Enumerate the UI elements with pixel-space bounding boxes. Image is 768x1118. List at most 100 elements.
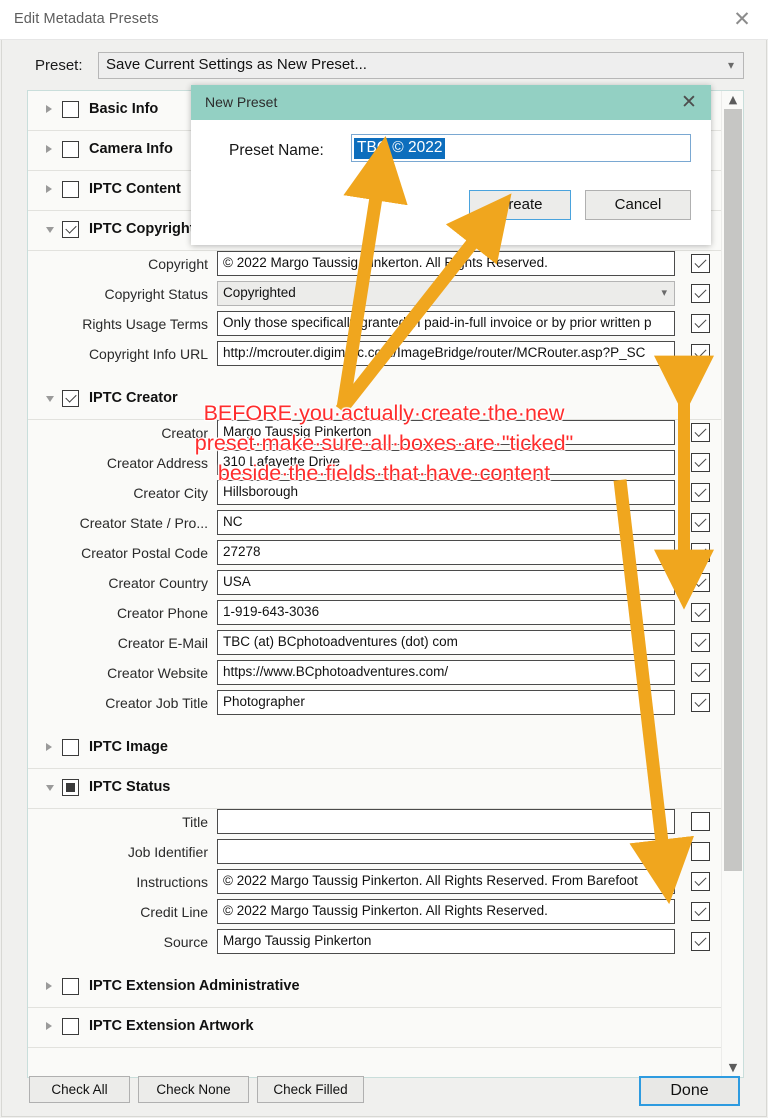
field-group-iptc-copyright: Copyright © 2022 Margo Taussig Pinkerton.… — [28, 251, 723, 380]
field-input[interactable]: https://www.BCphotoadventures.com/ — [217, 660, 675, 685]
field-label: Creator Phone — [116, 605, 208, 621]
field-checkbox[interactable] — [691, 693, 710, 712]
field-input[interactable]: © 2022 Margo Taussig Pinkerton. All Righ… — [217, 251, 675, 276]
field-checkbox[interactable] — [691, 902, 710, 921]
field-row: Copyright © 2022 Margo Taussig Pinkerton.… — [28, 251, 723, 281]
chevron-right-icon[interactable] — [46, 1022, 52, 1030]
page-title: Edit Metadata Presets — [14, 11, 159, 27]
field-input[interactable]: 1-919-643-3036 — [217, 600, 675, 625]
field-checkbox[interactable] — [691, 344, 710, 363]
section-checkbox-iptc-content[interactable] — [62, 181, 79, 198]
section-header-iptc-ext-artwork[interactable]: IPTC Extension Artwork — [28, 1008, 723, 1048]
field-checkbox[interactable] — [691, 812, 710, 831]
section-checkbox-iptc-creator[interactable] — [62, 390, 79, 407]
section-checkbox-camera-info[interactable] — [62, 141, 79, 158]
section-checkbox-iptc-ext-admin[interactable] — [62, 978, 79, 995]
field-label: Copyright — [148, 256, 208, 272]
field-value: Photographer — [223, 694, 305, 709]
field-input[interactable]: © 2022 Margo Taussig Pinkerton. All Righ… — [217, 869, 675, 894]
field-input[interactable]: http://mcrouter.digimarc.com/ImageBridge… — [217, 341, 675, 366]
scroll-down-icon[interactable]: ▼ — [722, 1059, 744, 1077]
field-input[interactable]: © 2022 Margo Taussig Pinkerton. All Righ… — [217, 899, 675, 924]
field-checkbox[interactable] — [691, 663, 710, 682]
field-label: Creator State / Pro... — [79, 515, 208, 531]
chevron-right-icon[interactable] — [46, 105, 52, 113]
section-checkbox-iptc-ext-artwork[interactable] — [62, 1018, 79, 1035]
field-input[interactable]: Hillsborough — [217, 480, 675, 505]
check-filled-button[interactable]: Check Filled — [257, 1076, 364, 1103]
close-icon[interactable]: ✕ — [730, 8, 754, 32]
field-row: Creator Address 310 Lafayette Drive — [28, 450, 723, 480]
field-value: Hillsborough — [223, 484, 299, 499]
field-label: Creator E-Mail — [117, 635, 208, 651]
scroll-up-icon[interactable]: ▲ — [722, 91, 744, 109]
preset-name-input[interactable]: TBC © 2022 — [351, 134, 691, 162]
section-iptc-ext-artwork: IPTC Extension Artwork — [28, 1008, 723, 1048]
check-none-button[interactable]: Check None — [138, 1076, 249, 1103]
section-header-iptc-status[interactable]: IPTC Status — [28, 769, 723, 809]
chevron-down-icon[interactable] — [46, 227, 54, 233]
field-input[interactable]: Margo Taussig Pinkerton — [217, 929, 675, 954]
field-value: Margo Taussig Pinkerton — [223, 424, 372, 439]
field-checkbox[interactable] — [691, 284, 710, 303]
field-label: Copyright Status — [104, 286, 209, 302]
scrollbar-thumb[interactable] — [724, 109, 742, 871]
field-checkbox[interactable] — [691, 932, 710, 951]
new-preset-titlebar: New Preset ✕ — [191, 85, 711, 120]
field-input[interactable]: TBC (at) BCphotoadventures (dot) com — [217, 630, 675, 655]
section-iptc-creator: IPTC Creator Creator Margo Taussig Pinkert… — [28, 380, 723, 729]
chevron-right-icon[interactable] — [46, 145, 52, 153]
check-all-button[interactable]: Check All — [29, 1076, 130, 1103]
field-checkbox[interactable] — [691, 513, 710, 532]
field-checkbox[interactable] — [691, 453, 710, 472]
section-header-iptc-ext-admin[interactable]: IPTC Extension Administrative — [28, 968, 723, 1008]
field-checkbox[interactable] — [691, 543, 710, 562]
chevron-down-icon[interactable] — [46, 785, 54, 791]
field-input[interactable]: Margo Taussig Pinkerton — [217, 420, 675, 445]
chevron-right-icon[interactable] — [46, 743, 52, 751]
field-row: Title — [28, 809, 723, 839]
preset-dropdown[interactable]: Save Current Settings as New Preset... ▾ — [98, 52, 744, 79]
section-checkbox-iptc-status[interactable] — [62, 779, 79, 796]
create-button[interactable]: Create — [469, 190, 571, 220]
chevron-down-icon[interactable] — [46, 396, 54, 402]
field-checkbox[interactable] — [691, 633, 710, 652]
vertical-scrollbar[interactable]: ▲ ▼ — [721, 91, 743, 1077]
chevron-right-icon[interactable] — [46, 185, 52, 193]
field-checkbox[interactable] — [691, 254, 710, 273]
field-input[interactable]: Only those specifically granted in paid-… — [217, 311, 675, 336]
field-dropdown[interactable]: Copyrighted ▾ — [217, 281, 675, 306]
field-checkbox[interactable] — [691, 314, 710, 333]
chevron-right-icon[interactable] — [46, 982, 52, 990]
field-input[interactable] — [217, 839, 675, 864]
field-input[interactable]: Photographer — [217, 690, 675, 715]
field-checkbox[interactable] — [691, 423, 710, 442]
done-button[interactable]: Done — [639, 1076, 740, 1106]
field-input[interactable]: 27278 — [217, 540, 675, 565]
section-checkbox-basic-info[interactable] — [62, 101, 79, 118]
field-label: Rights Usage Terms — [82, 316, 208, 332]
field-label: Creator Job Title — [105, 695, 208, 711]
new-preset-dialog: New Preset ✕ Preset Name: TBC © 2022 Cre… — [191, 85, 711, 245]
field-input[interactable]: 310 Lafayette Drive — [217, 450, 675, 475]
field-checkbox[interactable] — [691, 573, 710, 592]
section-label: IPTC Status — [89, 779, 171, 795]
section-header-iptc-creator[interactable]: IPTC Creator — [28, 380, 723, 420]
cancel-button[interactable]: Cancel — [585, 190, 691, 220]
section-checkbox-iptc-image[interactable] — [62, 739, 79, 756]
field-input[interactable] — [217, 809, 675, 834]
field-input[interactable]: USA — [217, 570, 675, 595]
field-checkbox[interactable] — [691, 842, 710, 861]
field-checkbox[interactable] — [691, 483, 710, 502]
section-checkbox-iptc-copyright[interactable] — [62, 221, 79, 238]
field-group-iptc-creator: Creator Margo Taussig Pinkerton Creator Ad… — [28, 420, 723, 729]
field-checkbox[interactable] — [691, 872, 710, 891]
close-icon[interactable]: ✕ — [677, 90, 701, 114]
field-input[interactable]: NC — [217, 510, 675, 535]
field-value: 1-919-643-3036 — [223, 604, 320, 619]
field-row: Creator Margo Taussig Pinkerton — [28, 420, 723, 450]
field-checkbox[interactable] — [691, 603, 710, 622]
section-label: IPTC Extension Administrative — [89, 978, 300, 994]
section-header-iptc-image[interactable]: IPTC Image — [28, 729, 723, 769]
